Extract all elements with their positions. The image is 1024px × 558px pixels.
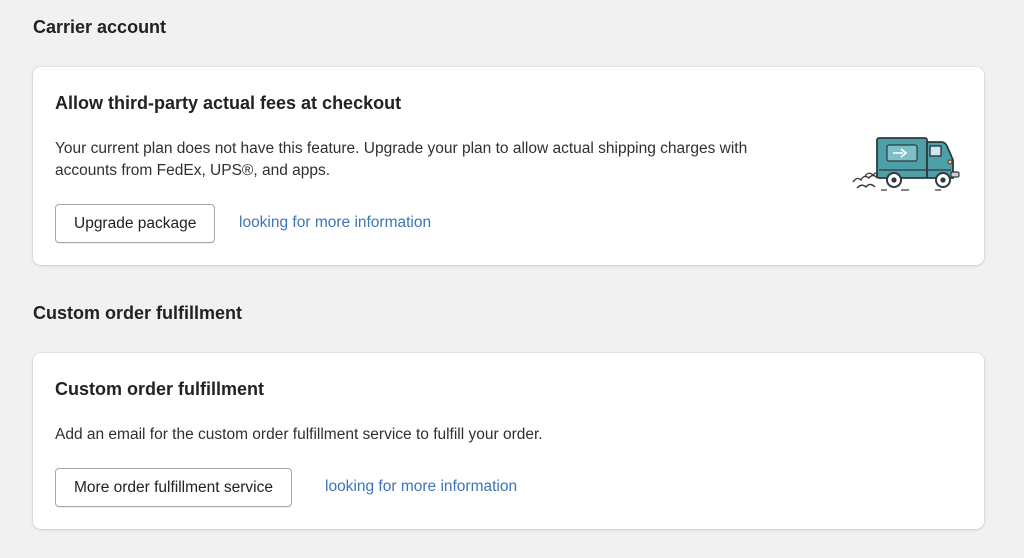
card-description-custom-order-fulfillment: Add an email for the custom order fulfil… — [55, 426, 543, 443]
card-title-third-party-fees: Allow third-party actual fees at checkou… — [55, 93, 402, 113]
delivery-truck-icon — [852, 137, 960, 191]
card-description-third-party-fees: Your current plan does not have this fea… — [55, 140, 748, 179]
card-title-custom-order-fulfillment: Custom order fulfillment — [55, 379, 265, 399]
section-title-custom-order-fulfillment: Custom order fulfillment — [33, 303, 243, 323]
carrier-account-card: Allow third-party actual fees at checkou… — [33, 67, 984, 265]
upgrade-package-button[interactable]: Upgrade package — [55, 204, 216, 243]
custom-order-fulfillment-card: Custom order fulfillment Add an email fo… — [33, 353, 984, 529]
section-title-carrier-account: Carrier account — [33, 17, 167, 37]
more-information-link[interactable]: looking for more information — [239, 214, 431, 232]
more-order-fulfillment-service-button[interactable]: More order fulfillment service — [55, 468, 292, 507]
more-information-link[interactable]: looking for more information — [325, 478, 517, 496]
